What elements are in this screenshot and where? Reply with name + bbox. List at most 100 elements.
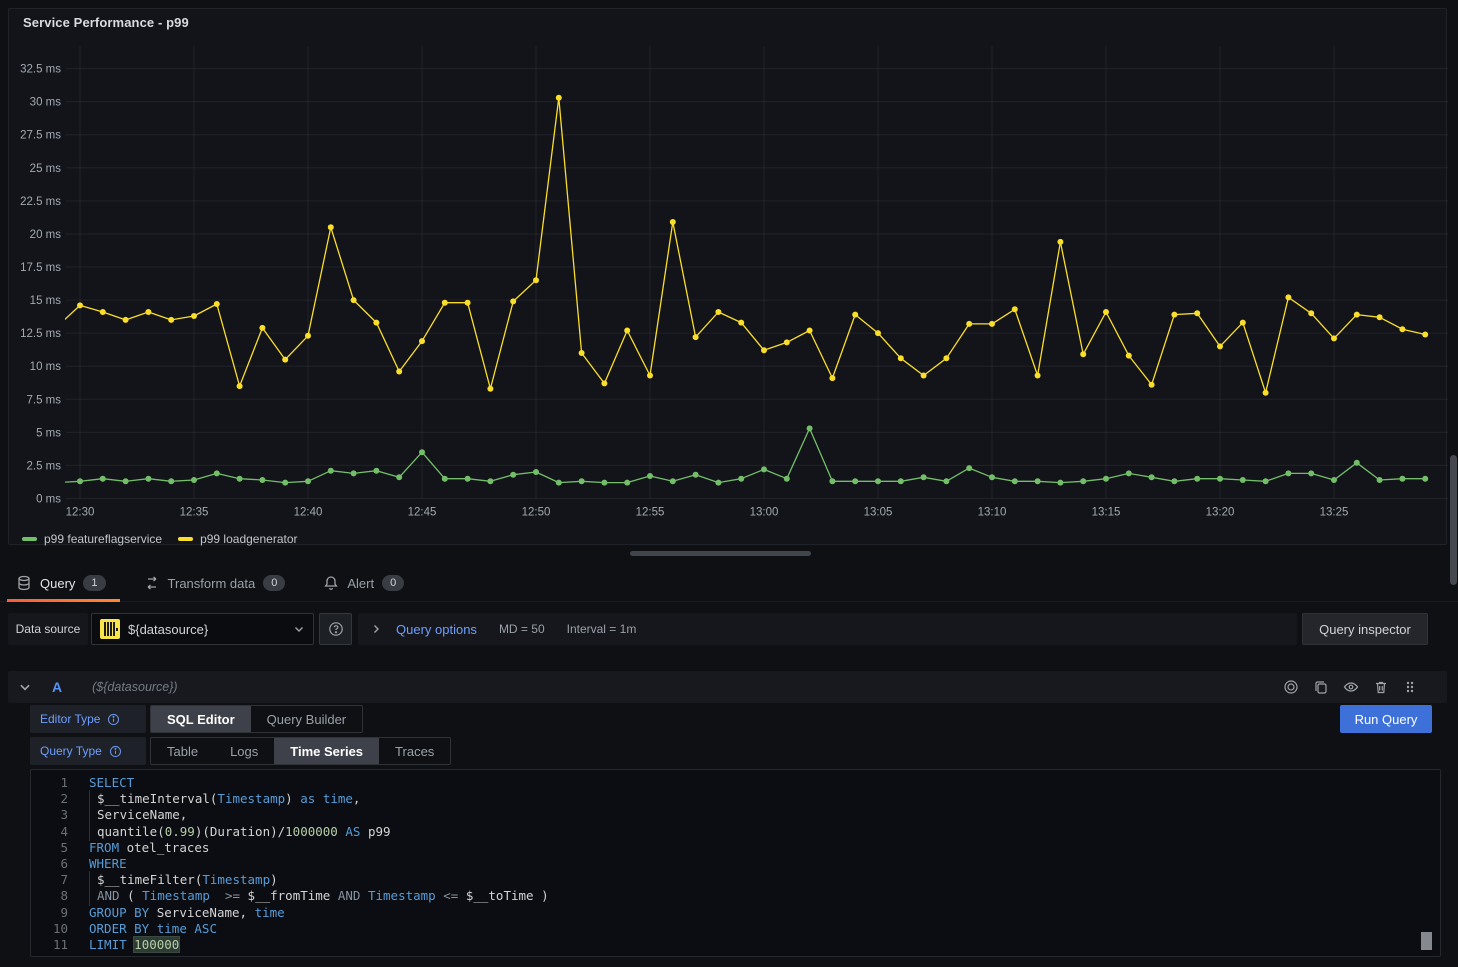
chevron-right-icon — [370, 623, 382, 635]
query-ref-id: A — [52, 679, 62, 695]
datasource-help-button[interactable] — [319, 613, 352, 645]
svg-text:30 ms: 30 ms — [30, 97, 62, 109]
code-line[interactable]: 3ServiceName, — [31, 807, 1440, 823]
svg-text:13:15: 13:15 — [1092, 507, 1121, 519]
editor-type-sql-editor[interactable]: SQL Editor — [151, 706, 251, 732]
svg-text:12.5 ms: 12.5 ms — [20, 328, 61, 340]
query-actions — [1281, 677, 1437, 697]
legend-swatch-green — [22, 537, 37, 541]
datasource-picker[interactable]: ${datasource} — [91, 613, 314, 645]
datasource-value: ${datasource} — [128, 622, 285, 637]
svg-text:12:30: 12:30 — [66, 507, 95, 519]
pane-splitter-handle[interactable] — [630, 551, 811, 556]
tab-query[interactable]: Query 1 — [16, 565, 106, 602]
code-line[interactable]: 11LIMIT 100000 — [31, 937, 1440, 953]
clickhouse-datasource-icon — [100, 619, 120, 639]
svg-text:13:05: 13:05 — [864, 507, 893, 519]
line-number: 4 — [31, 824, 89, 840]
svg-text:5 ms: 5 ms — [36, 427, 61, 439]
svg-text:7.5 ms: 7.5 ms — [26, 394, 61, 406]
query-type-label: Query Type — [30, 737, 146, 765]
legend-item-featureflagservice[interactable]: p99 featureflagservice — [22, 532, 162, 546]
query-type-logs[interactable]: Logs — [214, 738, 274, 764]
editor-type-query-builder[interactable]: Query Builder — [251, 706, 362, 732]
svg-text:27.5 ms: 27.5 ms — [20, 130, 61, 142]
tab-query-badge: 1 — [83, 575, 105, 591]
chevron-down-icon[interactable] — [18, 680, 32, 694]
code-line[interactable]: 5FROM otel_traces — [31, 840, 1440, 856]
info-circle-icon[interactable] — [107, 713, 120, 726]
legend-label: p99 loadgenerator — [200, 532, 297, 546]
timeseries-chart[interactable]: 0 ms2.5 ms5 ms7.5 ms10 ms12.5 ms15 ms17.… — [9, 9, 1448, 546]
remove-query-trash-icon[interactable] — [1371, 677, 1391, 697]
svg-text:13:25: 13:25 — [1320, 507, 1349, 519]
svg-text:25 ms: 25 ms — [30, 163, 62, 175]
sql-code-editor[interactable]: 1SELECT2$__timeInterval(Timestamp) as ti… — [30, 769, 1441, 957]
chart-legend: p99 featureflagservice p99 loadgenerator — [22, 532, 298, 546]
code-line[interactable]: 1SELECT — [31, 775, 1440, 791]
query-options-interval: Interval = 1m — [567, 622, 637, 636]
query-options-toggle[interactable]: Query options MD = 50 Interval = 1m — [358, 613, 1297, 645]
svg-text:32.5 ms: 32.5 ms — [20, 64, 61, 76]
tab-label: Alert — [347, 576, 374, 591]
line-number: 11 — [31, 937, 89, 953]
query-type-traces[interactable]: Traces — [379, 738, 450, 764]
tab-transform-data[interactable]: Transform data 0 — [144, 565, 286, 602]
active-tab-underline — [7, 599, 120, 602]
label-text: Editor Type — [40, 712, 100, 726]
drag-handle-grip-icon[interactable] — [1401, 677, 1419, 697]
legend-item-loadgenerator[interactable]: p99 loadgenerator — [178, 532, 297, 546]
svg-text:0 ms: 0 ms — [36, 494, 61, 506]
code-line[interactable]: 7$__timeFilter(Timestamp) — [31, 872, 1440, 888]
label-text: Query Type — [40, 744, 102, 758]
duplicate-query-icon[interactable] — [1311, 677, 1331, 697]
grafana-panel-edit-screen: Service Performance - p99 0 ms2.5 ms5 ms… — [0, 0, 1458, 967]
line-number: 1 — [31, 775, 89, 791]
svg-text:12:40: 12:40 — [294, 507, 323, 519]
query-options-label: Query options — [396, 622, 477, 637]
query-row-header[interactable]: A (${datasource}) — [8, 671, 1447, 703]
editor-type-label: Editor Type — [30, 705, 146, 733]
line-number: 3 — [31, 807, 89, 823]
timeseries-panel: Service Performance - p99 0 ms2.5 ms5 ms… — [8, 8, 1447, 545]
tab-alert[interactable]: Alert 0 — [323, 565, 404, 602]
svg-text:13:00: 13:00 — [750, 507, 779, 519]
svg-text:15 ms: 15 ms — [30, 295, 62, 307]
line-number: 6 — [31, 856, 89, 872]
code-line[interactable]: 2$__timeInterval(Timestamp) as time, — [31, 791, 1440, 807]
query-inspector-button[interactable]: Query inspector — [1302, 613, 1428, 645]
line-number: 2 — [31, 791, 89, 807]
disable-query-icon[interactable] — [1281, 677, 1301, 697]
query-options-md: MD = 50 — [499, 622, 545, 636]
tab-label: Transform data — [168, 576, 256, 591]
database-icon — [16, 575, 32, 591]
line-number: 10 — [31, 921, 89, 937]
run-query-button[interactable]: Run Query — [1340, 705, 1432, 733]
code-line[interactable]: 10ORDER BY time ASC — [31, 921, 1440, 937]
info-circle-icon[interactable] — [109, 745, 122, 758]
legend-swatch-yellow — [178, 537, 193, 541]
transform-icon — [144, 575, 160, 591]
query-datasource-hint: (${datasource}) — [92, 680, 177, 694]
line-number: 5 — [31, 840, 89, 856]
svg-text:12:50: 12:50 — [522, 507, 551, 519]
query-type-switch: Table Logs Time Series Traces — [150, 737, 451, 765]
code-line[interactable]: 9GROUP BY ServiceName, time — [31, 905, 1440, 921]
query-type-table[interactable]: Table — [151, 738, 214, 764]
svg-text:13:10: 13:10 — [978, 507, 1007, 519]
query-type-time-series[interactable]: Time Series — [274, 738, 379, 764]
code-line[interactable]: 8AND ( Timestamp >= $__fromTime AND Time… — [31, 888, 1440, 904]
bell-icon — [323, 575, 339, 591]
editor-scrollbar[interactable] — [1421, 932, 1432, 950]
editor-tabbar: Query 1 Transform data 0 Alert 0 — [0, 565, 1458, 602]
tab-transform-badge: 0 — [263, 575, 285, 591]
code-line[interactable]: 6WHERE — [31, 856, 1440, 872]
tab-alert-badge: 0 — [382, 575, 404, 591]
hide-response-eye-icon[interactable] — [1341, 677, 1361, 697]
legend-label: p99 featureflagservice — [44, 532, 162, 546]
tab-label: Query — [40, 576, 75, 591]
svg-text:12:35: 12:35 — [180, 507, 209, 519]
code-line[interactable]: 4quantile(0.99)(Duration)/1000000 AS p99 — [31, 824, 1440, 840]
svg-text:13:20: 13:20 — [1206, 507, 1235, 519]
question-circle-icon — [328, 621, 344, 637]
